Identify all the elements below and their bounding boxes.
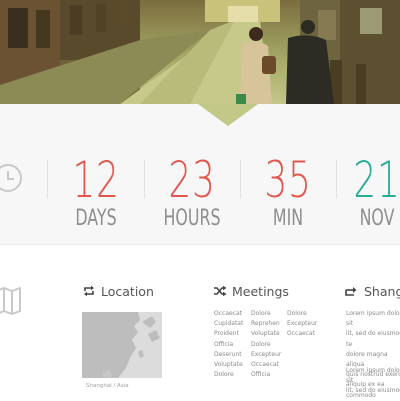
list-item[interactable]: Occaecat — [287, 329, 317, 339]
list-item[interactable]: Officia — [214, 340, 243, 350]
days-count: 12 — [72, 151, 120, 209]
street-scene-image — [0, 0, 400, 104]
list-item[interactable]: Dolore — [251, 340, 281, 350]
days-label: DAYS — [75, 206, 117, 231]
map-icon — [0, 287, 21, 315]
meetings-list: Occaecat Cupidatat Proident Officia Dese… — [214, 309, 243, 380]
countdown-divider — [144, 160, 145, 198]
minutes-count: 35 — [264, 151, 312, 209]
map-caption: Shanghai / Asia — [86, 383, 129, 389]
meetings-heading: Meetings — [232, 284, 289, 299]
countdown-divider — [47, 160, 48, 198]
list-item[interactable]: Dolore — [251, 309, 281, 319]
hours-count: 23 — [168, 151, 216, 209]
redirect-icon — [345, 287, 357, 296]
list-item[interactable]: Voluptate — [251, 329, 281, 339]
list-item[interactable]: Excepteur — [287, 319, 317, 329]
repeat-icon — [84, 285, 94, 297]
shuffle-icon — [214, 285, 227, 297]
hero-photo — [0, 0, 400, 104]
list-item[interactable]: Excepteur — [251, 350, 281, 360]
list-item[interactable]: Occaecat — [214, 309, 243, 319]
list-item[interactable]: Officia — [251, 370, 281, 380]
hours-label: HOURS — [163, 206, 221, 231]
shanghai-heading: Shangh — [364, 284, 400, 299]
date-month: NOV — [359, 206, 395, 231]
list-item[interactable]: Cupidatat — [214, 319, 243, 329]
meetings-list: Dolore Excepteur Occaecat — [287, 309, 317, 340]
location-map[interactable] — [82, 312, 162, 378]
list-item[interactable]: Proident — [214, 329, 243, 339]
list-item[interactable]: Voluptate — [214, 360, 243, 370]
minutes-label: MIN — [272, 206, 304, 231]
date-day: 21 — [353, 151, 400, 209]
countdown-divider — [336, 160, 337, 198]
section-divider — [0, 244, 400, 245]
meetings-list: Dolore Reprehen Voluptate Dolore Excepte… — [251, 309, 281, 380]
list-item[interactable]: Dolore — [287, 309, 317, 319]
map-land — [82, 312, 162, 378]
hero-notch — [198, 104, 258, 126]
location-heading: Location — [101, 284, 154, 299]
shanghai-text: Lorem ipsum dolor sit lit, sed do eiusmo… — [346, 367, 400, 395]
list-item[interactable]: Deserunt — [214, 350, 243, 360]
list-item[interactable]: Dolore — [214, 370, 243, 380]
list-item[interactable]: Occaecat — [251, 360, 281, 370]
countdown-divider — [240, 160, 241, 198]
info-section — [0, 244, 400, 400]
list-item[interactable]: Reprehen — [251, 319, 281, 329]
